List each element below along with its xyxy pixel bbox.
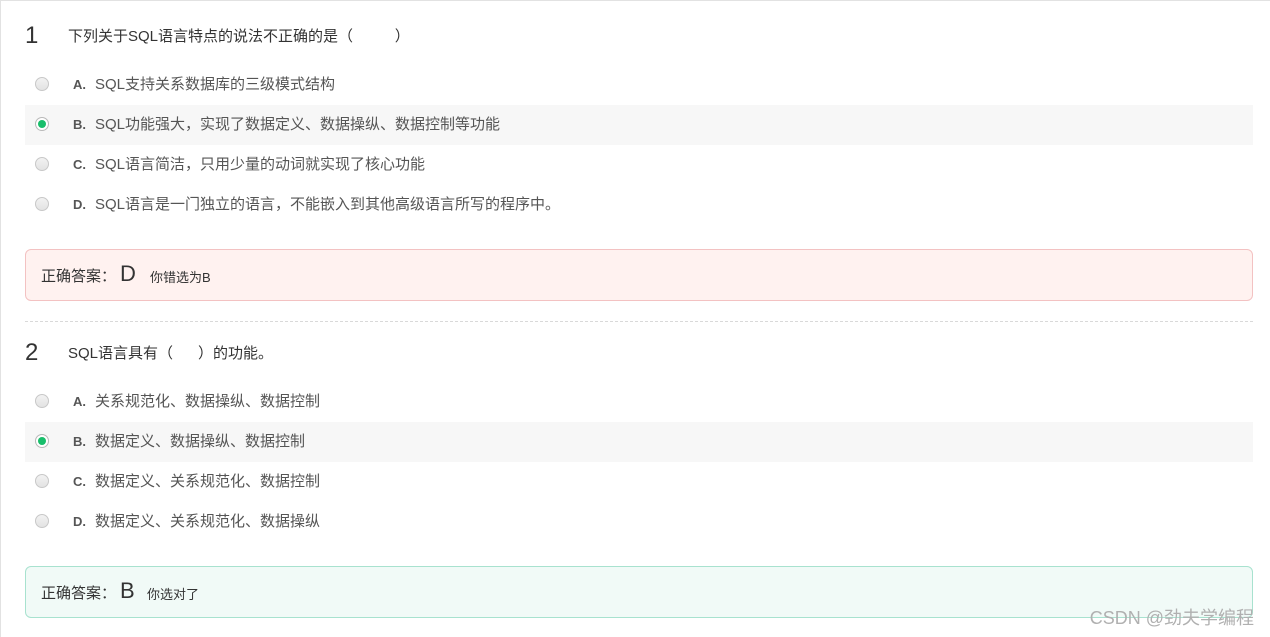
answer-note: 你选对了 [147,587,200,602]
option-letter: D. [73,514,86,529]
quiz-page: 1 下列关于SQL语言特点的说法不正确的是（ ） A. SQL支持关系数据库的三… [0,0,1270,637]
option-b[interactable]: B. SQL功能强大，实现了数据定义、数据操纵、数据控制等功能 [25,105,1253,145]
option-text: 数据定义、数据操纵、数据控制 [95,433,306,450]
correct-answer-letter: D [120,261,136,286]
answer-feedback-wrong: 正确答案： D 你错选为B [25,249,1253,301]
answer-note: 你错选为B [150,270,211,285]
radio-button[interactable] [35,514,49,528]
option-text: 数据定义、关系规范化、数据控制 [95,473,321,490]
question-header: 2 SQL语言具有（ ）的功能。 [25,336,1253,376]
option-d[interactable]: D. 数据定义、关系规范化、数据操纵 [25,502,1253,542]
radio-button[interactable] [35,77,49,91]
answer-label: 正确答案： [41,585,117,602]
option-text: SQL功能强大，实现了数据定义、数据操纵、数据控制等功能 [95,116,501,133]
option-text: SQL语言简洁，只用少量的动词就实现了核心功能 [95,156,426,173]
radio-button-checked[interactable] [35,117,49,131]
option-text: 关系规范化、数据操纵、数据控制 [95,393,321,410]
option-c[interactable]: C. SQL语言简洁，只用少量的动词就实现了核心功能 [25,145,1253,185]
radio-button[interactable] [35,394,49,408]
option-letter: A. [73,394,86,409]
option-a[interactable]: A. SQL支持关系数据库的三级模式结构 [25,65,1253,105]
option-letter: D. [73,197,86,212]
watermark: CSDN @劲夫学编程 [1089,608,1254,628]
option-letter: B. [73,117,86,132]
question-2: 2 SQL语言具有（ ）的功能。 A. 关系规范化、数据操纵、数据控制 B. 数… [25,336,1253,542]
option-a[interactable]: A. 关系规范化、数据操纵、数据控制 [25,382,1253,422]
answer-feedback-right: 正确答案： B 你选对了 [25,566,1253,618]
radio-button-checked[interactable] [35,434,49,448]
option-text: SQL语言是一门独立的语言，不能嵌入到其他高级语言所写的程序中。 [95,196,561,213]
radio-button[interactable] [35,474,49,488]
option-letter: C. [73,157,86,172]
option-d[interactable]: D. SQL语言是一门独立的语言，不能嵌入到其他高级语言所写的程序中。 [25,185,1253,225]
question-text: SQL语言具有（ ）的功能。 [68,345,274,362]
radio-button[interactable] [35,197,49,211]
question-divider [25,321,1253,322]
question-header: 1 下列关于SQL语言特点的说法不正确的是（ ） [25,19,1253,59]
option-letter: C. [73,474,86,489]
option-letter: B. [73,434,86,449]
option-c[interactable]: C. 数据定义、关系规范化、数据控制 [25,462,1253,502]
answer-label: 正确答案： [41,268,117,285]
question-1: 1 下列关于SQL语言特点的说法不正确的是（ ） A. SQL支持关系数据库的三… [25,19,1253,225]
option-text: SQL支持关系数据库的三级模式结构 [95,76,336,93]
question-text: 下列关于SQL语言特点的说法不正确的是（ ） [68,28,410,45]
question-number: 2 [25,339,39,366]
option-text: 数据定义、关系规范化、数据操纵 [95,513,321,530]
option-b[interactable]: B. 数据定义、数据操纵、数据控制 [25,422,1253,462]
question-number: 1 [25,22,39,49]
option-letter: A. [73,77,86,92]
radio-button[interactable] [35,157,49,171]
correct-answer-letter: B [120,578,135,603]
